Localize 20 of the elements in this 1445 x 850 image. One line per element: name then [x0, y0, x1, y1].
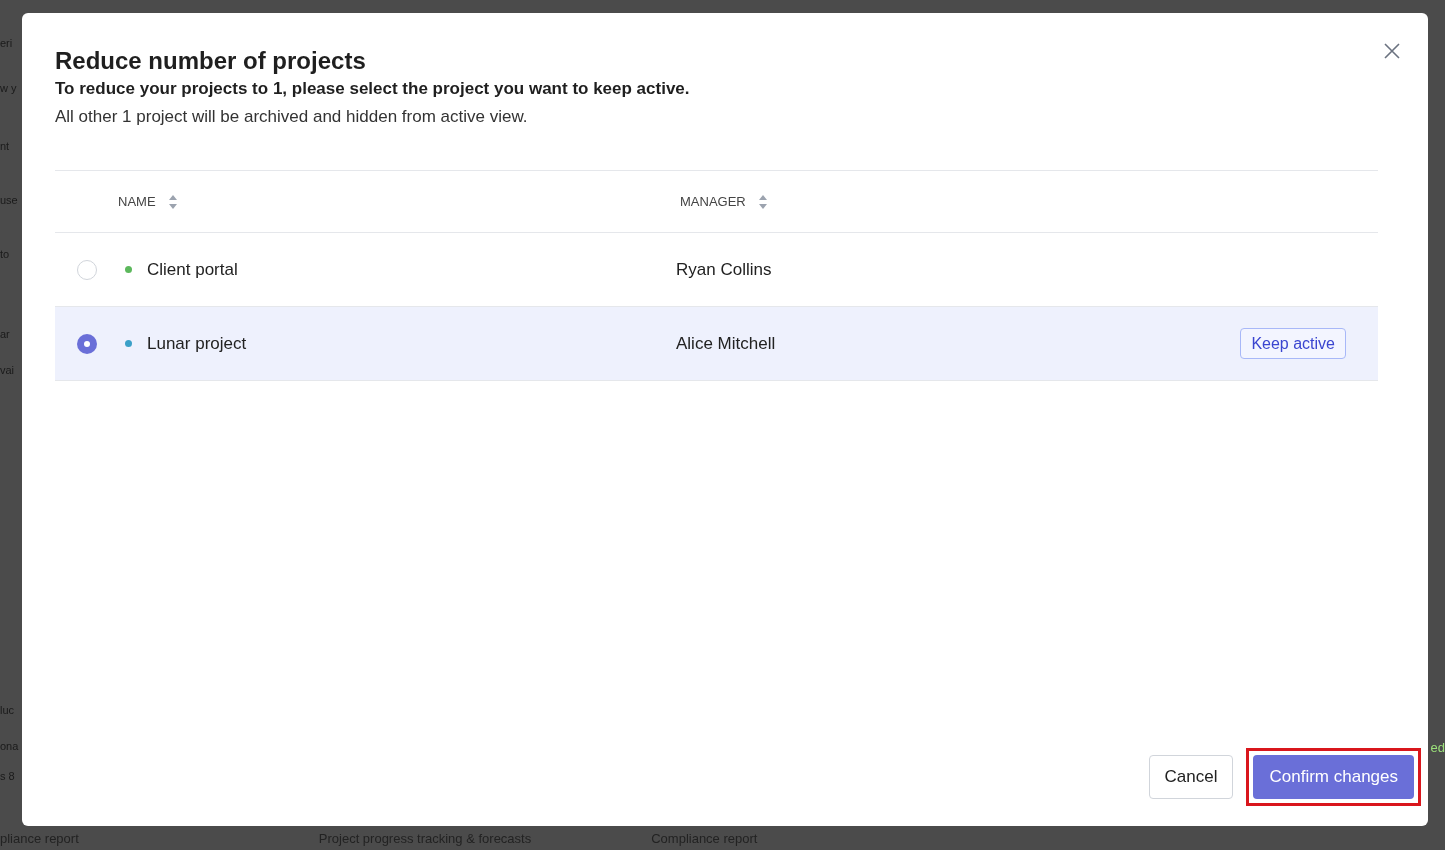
background-text: ed	[1430, 739, 1445, 757]
manager-name: Ryan Collins	[676, 258, 773, 281]
column-header[interactable]: NAME	[118, 191, 156, 212]
sort-icon[interactable]	[757, 193, 768, 210]
instruction-text: To reduce your projects to 1, please select the project you want to keep active.	[55, 78, 690, 100]
cancel-button[interactable]: Cancel	[1148, 755, 1234, 799]
keep-active-button[interactable]: Keep active	[1240, 328, 1346, 359]
manager-name: Alice Mitchell	[676, 332, 777, 355]
confirm-button[interactable]: Confirm changes	[1253, 755, 1414, 799]
column-header[interactable]: MANAGER	[680, 191, 746, 212]
note-text: All other 1 project will be archived and hidden from active view.	[55, 106, 528, 128]
dialog-title: Reduce number of projects	[55, 46, 366, 76]
close-icon	[1384, 43, 1400, 59]
project-name: Lunar project	[147, 332, 248, 355]
radio-button[interactable]	[77, 333, 97, 354]
table-row[interactable]: Lunar project Alice Mitchell Keep active	[55, 307, 1378, 381]
project-name: Client portal	[147, 258, 239, 281]
sort-icon[interactable]	[167, 193, 178, 210]
radio-button[interactable]	[77, 259, 97, 280]
close-button[interactable]	[1382, 41, 1402, 61]
